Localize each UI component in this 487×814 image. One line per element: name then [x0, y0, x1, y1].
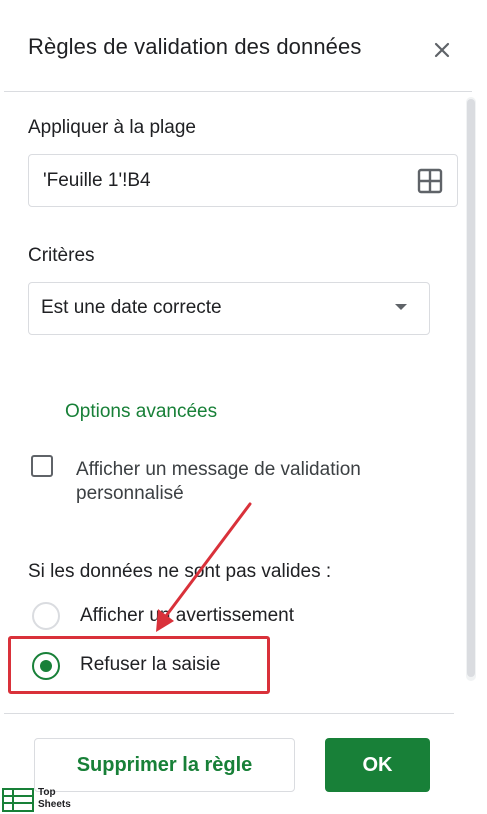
highlight-box: [8, 636, 270, 694]
header-divider: [4, 91, 472, 92]
dropdown-caret-icon: [395, 304, 407, 310]
range-input[interactable]: 'Feuille 1'!B4: [28, 154, 458, 207]
custom-message-checkbox[interactable]: [31, 455, 53, 477]
custom-message-label[interactable]: Afficher un message de validation person…: [76, 458, 436, 506]
watermark-logo: Top Sheets: [2, 787, 82, 813]
range-label: Appliquer à la plage: [28, 117, 196, 138]
close-button[interactable]: [428, 36, 456, 64]
criteria-selected-value: Est une date correcte: [41, 297, 222, 318]
radio-show-warning[interactable]: [32, 602, 60, 630]
watermark-line2: Sheets: [38, 799, 71, 810]
invalid-data-label: Si les données ne sont pas valides :: [28, 561, 332, 582]
dialog-title: Règles de validation des données: [28, 34, 362, 59]
delete-rule-button[interactable]: Supprimer la règle: [34, 738, 295, 792]
grid-select-icon[interactable]: [417, 168, 443, 194]
footer-divider: [4, 713, 454, 714]
watermark-line1: Top: [38, 787, 56, 798]
radio-show-warning-label[interactable]: Afficher un avertissement: [80, 605, 294, 627]
range-value[interactable]: 'Feuille 1'!B4: [43, 170, 151, 192]
criteria-label: Critères: [28, 245, 95, 266]
advanced-options-link[interactable]: Options avancées: [65, 401, 217, 423]
spreadsheet-logo-icon: [2, 788, 34, 812]
close-icon[interactable]: [434, 42, 450, 58]
criteria-select[interactable]: Est une date correcte: [28, 282, 430, 335]
watermark-text: Top Sheets: [38, 787, 71, 811]
scrollbar-thumb[interactable]: [467, 99, 475, 677]
ok-button[interactable]: OK: [325, 738, 430, 792]
